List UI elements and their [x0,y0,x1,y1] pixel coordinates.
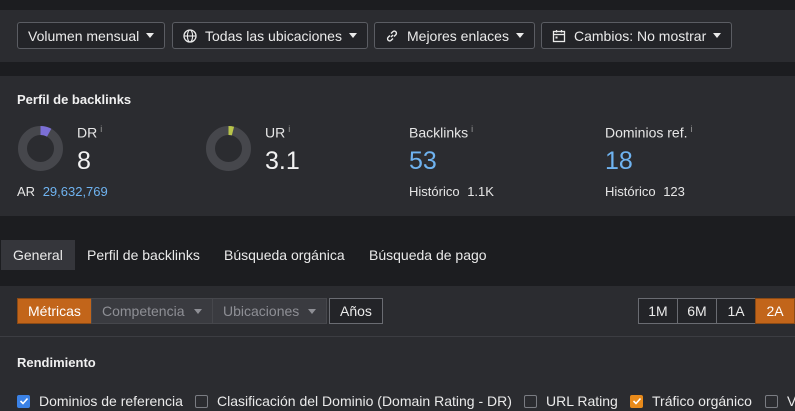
locations-dropdown[interactable]: Todas las ubicaciones [172,22,368,49]
competition-dropdown[interactable]: Competencia [91,298,213,324]
checkbox-checked-icon [17,394,30,408]
checkbox-empty-icon [195,394,208,408]
volume-dropdown[interactable]: Volumen mensual [17,22,166,49]
changes-dropdown[interactable]: Cambios: No mostrar [541,22,733,49]
chevron-down-icon [193,308,202,314]
locations-segment-dropdown[interactable]: Ubicaciones [212,298,328,324]
backlinks-history-label: Histórico [409,184,460,199]
ur-label-text: UR [265,124,286,141]
chevron-down-icon [308,308,317,314]
info-icon[interactable]: i [100,124,102,134]
links-dropdown-label: Mejores enlaces [407,27,509,44]
checkbox-label: V [787,393,795,409]
checkbox-v[interactable]: V [765,393,795,409]
range-6m[interactable]: 6M [677,298,717,324]
chevron-down-icon [146,33,155,38]
backlinks-label-text: Backlinks [409,124,469,141]
checkbox-label: Clasificación del Dominio (Domain Rating… [217,393,512,409]
dr-gauge [18,126,63,171]
dr-value: 8 [77,147,91,175]
range-1m[interactable]: 1M [638,298,678,324]
range-1y[interactable]: 1A [716,298,756,324]
calendar-icon [552,29,566,43]
checkbox-url-rating[interactable]: URL Rating [524,393,618,409]
ref-domains-label-text: Dominios ref. [605,124,688,141]
checkbox-organic-traffic[interactable]: Tráfico orgánico [630,393,752,409]
ur-value: 3.1 [265,147,300,175]
checkbox-checked-icon [630,394,643,408]
checkbox-label: Tráfico orgánico [652,393,752,409]
backlinks-history-value: 1.1K [467,184,494,199]
chevron-down-icon [713,33,722,38]
checkbox-empty-icon [524,394,537,408]
divider [0,336,795,337]
backlinks-value[interactable]: 53 [409,147,437,176]
ref-domains-history: Histórico 123 [605,184,685,199]
tab-organic-search[interactable]: Búsqueda orgánica [212,240,357,270]
locations-dropdown-label: Todas las ubicaciones [205,27,342,44]
checkbox-domain-rating[interactable]: Clasificación del Dominio (Domain Rating… [195,393,512,409]
chevron-down-icon [348,33,357,38]
info-icon[interactable]: i [690,124,692,134]
tab-general[interactable]: General [1,240,75,270]
ar-value[interactable]: 29,632,769 [43,184,108,199]
link-icon [385,29,399,43]
overview-panel: Métricas Competencia Ubicaciones Años 1M… [0,286,795,411]
ur-label: UR i [265,124,290,141]
filter-bar: Volumen mensual Todas las ubicaciones Me… [0,10,795,62]
ref-domains-label: Dominios ref. i [605,124,692,141]
metrics-toggle[interactable]: Métricas [17,298,92,324]
performance-title: Rendimiento [17,355,96,370]
backlink-profile-title: Perfil de backlinks [17,92,132,107]
years-toggle[interactable]: Años [329,298,383,324]
ar-row: AR 29,632,769 [17,184,108,199]
ref-domains-history-label: Histórico [605,184,656,199]
backlinks-history: Histórico 1.1K [409,184,494,199]
chevron-down-icon [515,33,524,38]
report-tabs: General Perfil de backlinks Búsqueda org… [0,226,795,284]
checkbox-label: Dominios de referencia [39,393,183,409]
info-icon[interactable]: i [471,124,473,134]
backlinks-label: Backlinks i [409,124,473,141]
tab-backlink-profile[interactable]: Perfil de backlinks [75,240,212,270]
checkbox-referring-domains[interactable]: Dominios de referencia [17,393,183,409]
globe-icon [183,28,197,43]
info-icon[interactable]: i [288,124,290,134]
ur-gauge [206,126,251,171]
dr-label-text: DR [77,124,98,141]
tab-paid-search[interactable]: Búsqueda de pago [357,240,499,270]
ar-label: AR [17,184,36,199]
ref-domains-value[interactable]: 18 [605,147,633,176]
competition-label: Competencia [102,303,185,319]
range-2y[interactable]: 2A [755,298,795,324]
changes-dropdown-label: Cambios: No mostrar [574,27,707,44]
links-dropdown[interactable]: Mejores enlaces [374,22,535,49]
checkbox-label: URL Rating [546,393,618,409]
checkbox-empty-icon [765,394,778,408]
backlink-profile-panel: Perfil de backlinks DR i 8 AR 29,632,769 … [0,76,795,216]
volume-dropdown-label: Volumen mensual [28,27,140,44]
locations-segment-label: Ubicaciones [223,303,300,319]
ref-domains-history-value: 123 [663,184,685,199]
dr-label: DR i [77,124,102,141]
